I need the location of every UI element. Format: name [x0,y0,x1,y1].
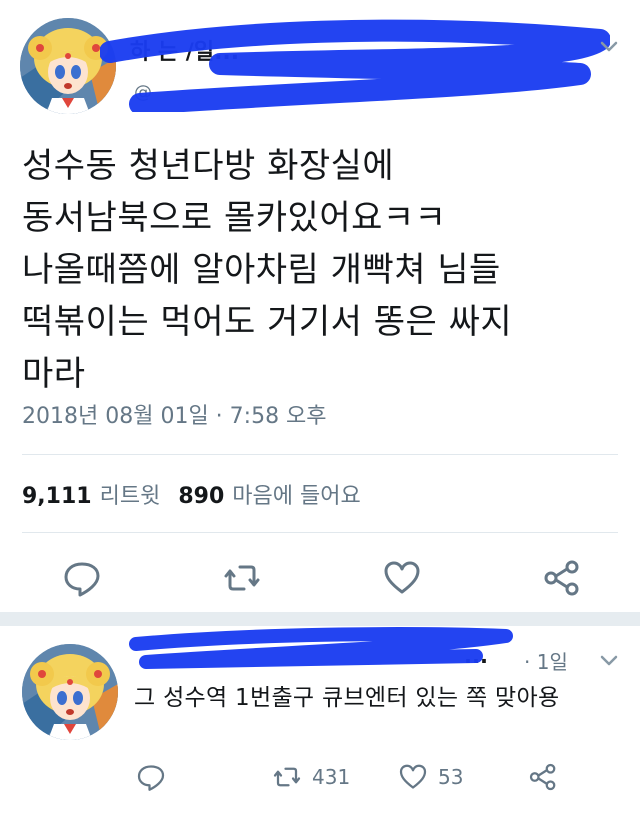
divider [22,454,618,455]
reply-icon[interactable] [136,762,166,792]
reply-retweet-count: 431 [312,765,351,789]
author-header[interactable]: 하 는 /일... @ [130,26,570,106]
reply-avatar[interactable] [22,644,118,740]
author-avatar[interactable] [20,18,116,114]
author-name[interactable]: 하 는 /일... [130,34,239,66]
reply-retweet-button[interactable]: 431 [272,761,350,793]
tweet-stats: 9,111 리트윗 890 마음에 들어요 [22,478,361,510]
like-label[interactable]: 마음에 들어요 [232,484,360,509]
heart-icon[interactable] [398,762,428,792]
main-tweet: 하 는 /일... @ 성수동 청년다방 화장실에 동서남북으로 몰카있어요ㅋㅋ… [0,0,640,612]
reply-like-count: 53 [438,765,464,789]
author-handle[interactable]: @ [134,82,152,103]
heart-icon[interactable] [382,558,422,598]
reply-text: 그 성수역 1번출구 큐브엔터 있는 쪽 맞아용 [134,685,560,711]
section-divider [0,612,640,626]
reply-reply-button[interactable] [136,761,166,793]
divider [22,532,618,533]
reply-tweet[interactable]: ... · 1일 그 성수역 1번출구 큐브엔터 있는 쪽 맞아용 431 53 [0,626,640,822]
share-icon[interactable] [528,762,558,792]
tweet-text: 성수동 청년다방 화장실에 동서남북으로 몰카있어요ㅋㅋ 나올때쯤에 알아차림 … [22,146,513,394]
chevron-down-icon[interactable] [598,650,620,672]
reply-author-name[interactable]: ... [464,644,488,668]
like-count[interactable]: 890 [178,484,224,509]
reply-like-button[interactable]: 53 [398,761,463,793]
reply-time[interactable]: · 1일 [524,646,568,675]
retweet-icon[interactable] [272,762,302,792]
reply-icon[interactable] [62,558,102,598]
tweet-timestamp[interactable]: 2018년 08월 01일 · 7:58 오후 [22,398,327,430]
retweet-icon[interactable] [222,558,262,598]
reply-share-button[interactable] [528,761,558,793]
redaction-scribble [129,627,513,669]
chevron-down-icon[interactable] [598,36,620,58]
retweet-label[interactable]: 리트윗 [100,484,161,509]
retweet-count[interactable]: 9,111 [22,484,92,509]
share-icon[interactable] [542,558,582,598]
